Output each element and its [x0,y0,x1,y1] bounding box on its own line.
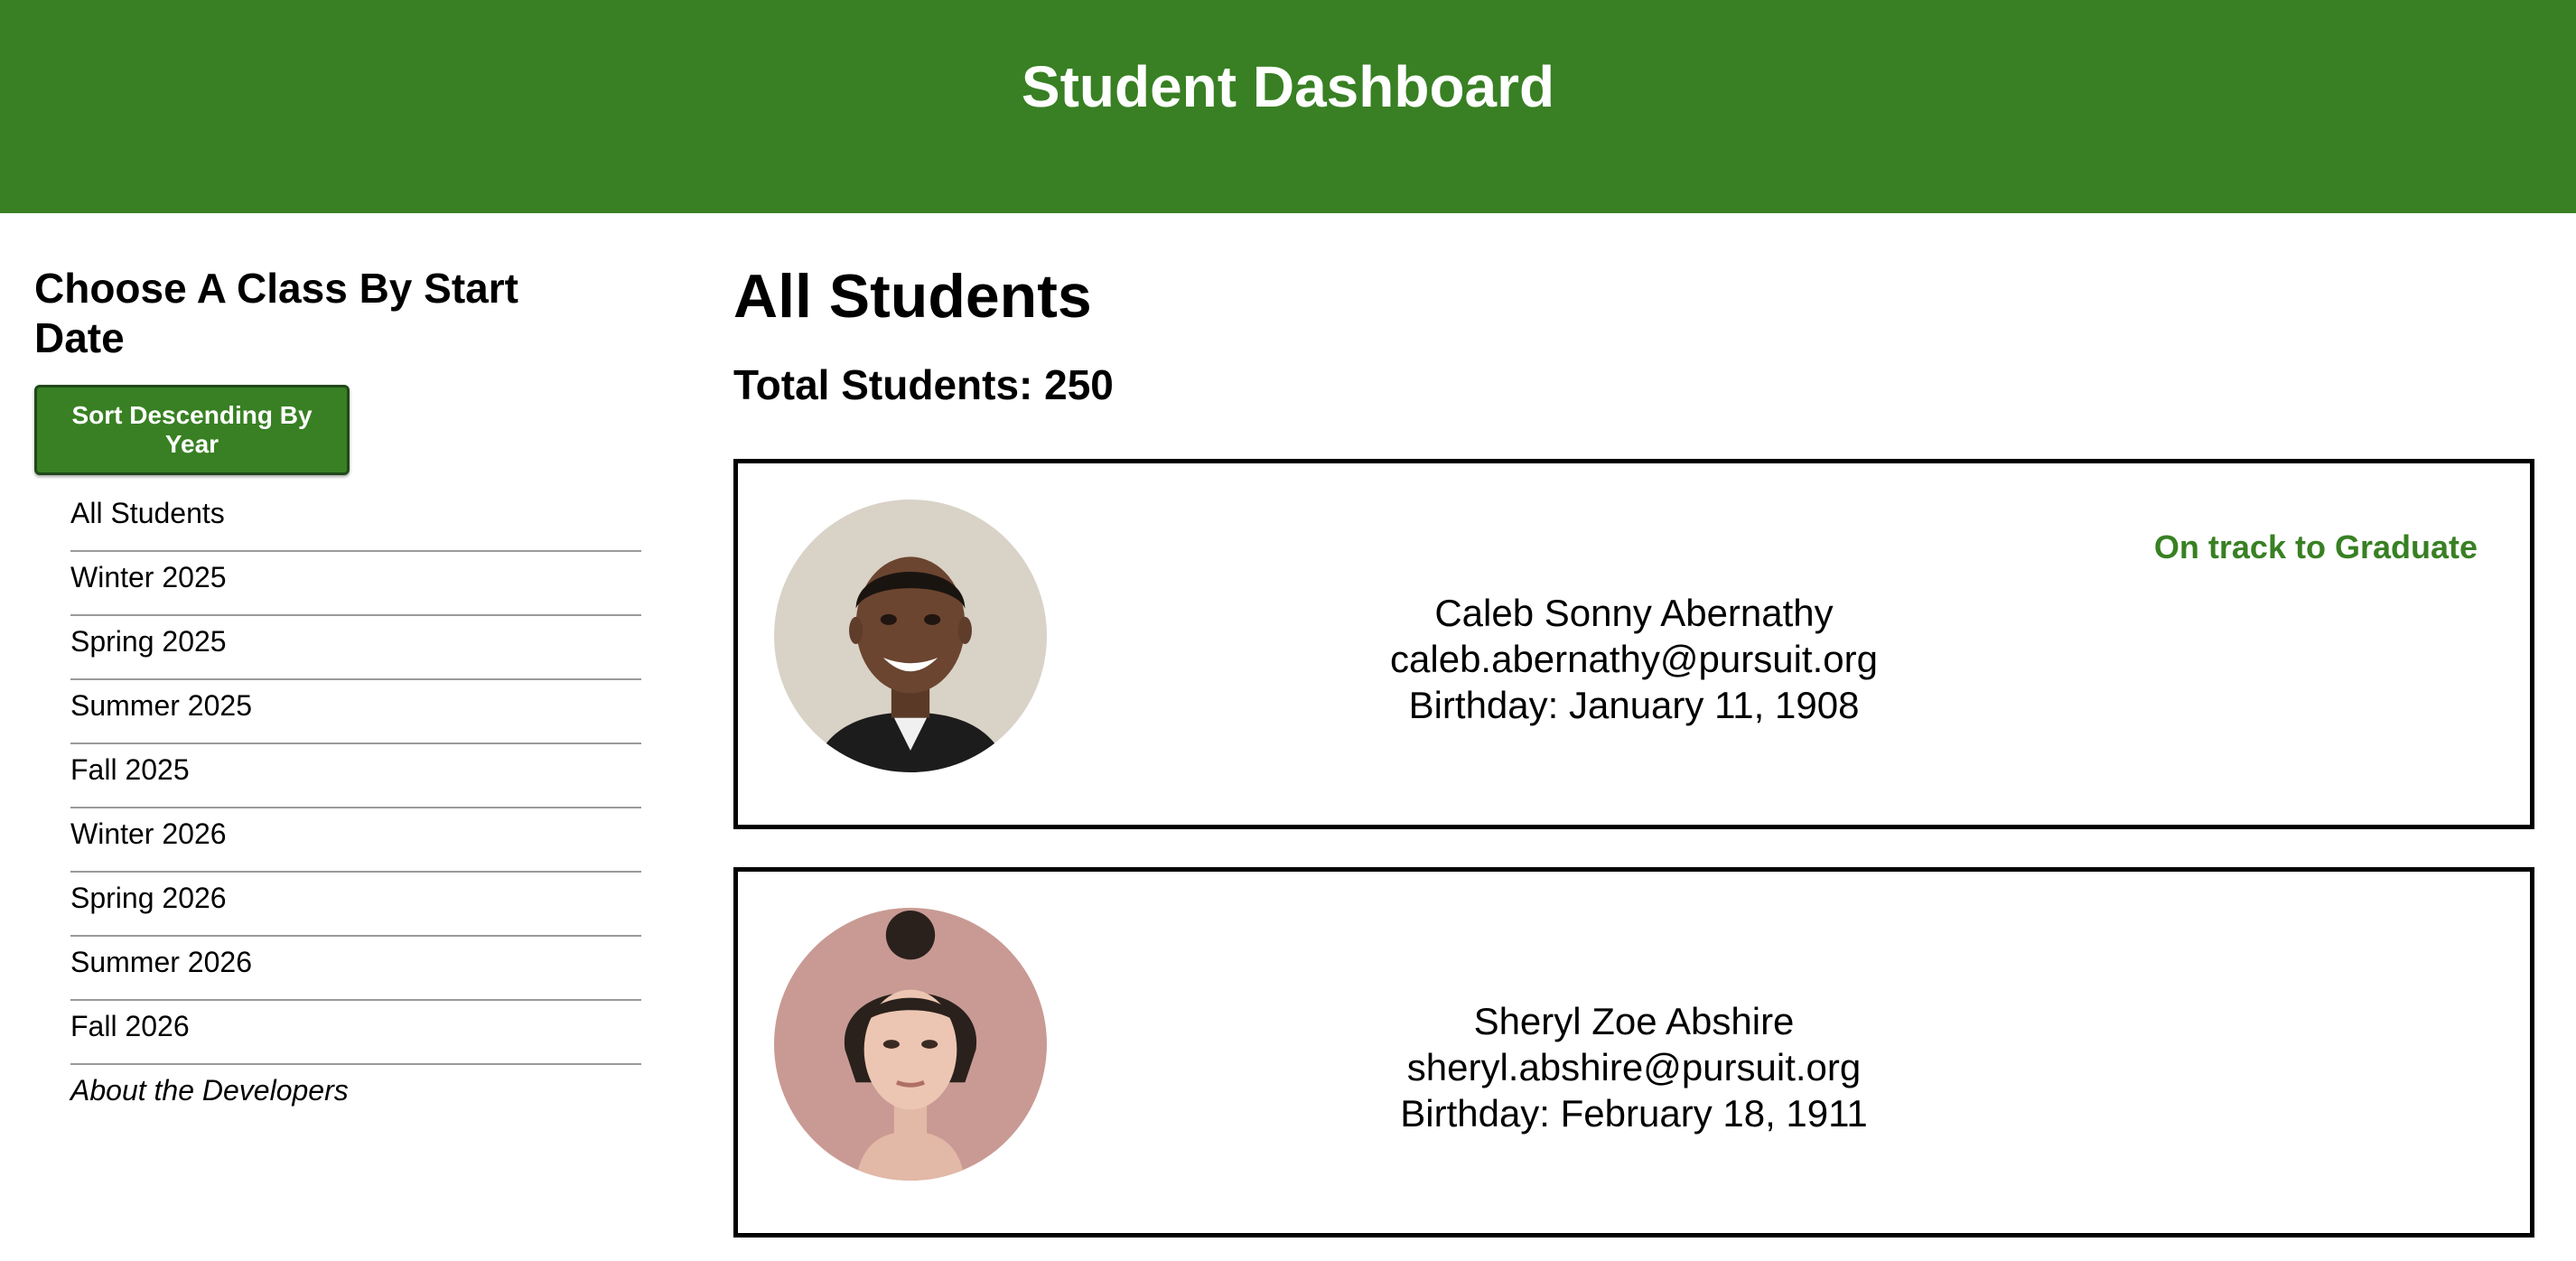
sidebar-item-fall-2025[interactable]: Fall 2025 [70,744,641,808]
sidebar-item-fall-2026[interactable]: Fall 2026 [70,1001,641,1065]
class-list: All Students Winter 2025 Spring 2025 Sum… [70,488,641,1129]
student-info: Sheryl Zoe Abshire sheryl.abshire@pursui… [738,998,2530,1136]
sidebar-item-spring-2026[interactable]: Spring 2026 [70,873,641,937]
sidebar: Choose A Class By Start Date Sort Descen… [34,264,641,1129]
section-title: All Students [733,262,1092,331]
graduation-status: On track to Graduate [2153,528,2478,565]
header-bar: Student Dashboard [0,0,2576,213]
student-card[interactable]: Sheryl Zoe Abshire sheryl.abshire@pursui… [733,867,2534,1238]
sort-descending-button[interactable]: Sort Descending By Year [34,385,350,475]
student-birthday: Birthday: February 18, 1911 [1400,1092,1868,1135]
sidebar-item-winter-2025[interactable]: Winter 2025 [70,552,641,616]
student-card[interactable]: On track to Graduate Caleb Sonny Abernat… [733,459,2534,829]
sidebar-item-winter-2026[interactable]: Winter 2026 [70,808,641,873]
student-info: Caleb Sonny Abernathy caleb.abernathy@pu… [738,590,2530,728]
sidebar-item-summer-2025[interactable]: Summer 2025 [70,680,641,744]
page-title: Student Dashboard [1021,54,1555,119]
about-developers-link[interactable]: About the Developers [70,1065,641,1129]
student-email: sheryl.abshire@pursuit.org [1406,1046,1862,1088]
student-name: Sheryl Zoe Abshire [1473,1000,1795,1042]
total-students: Total Students: 250 [733,361,1114,408]
sidebar-item-all-students[interactable]: All Students [70,488,641,552]
main-content: All Students Total Students: 250 On trac… [733,260,2540,1238]
sidebar-heading: Choose A Class By Start Date [34,265,518,361]
student-name: Caleb Sonny Abernathy [1434,592,1834,634]
sidebar-item-summer-2026[interactable]: Summer 2026 [70,937,641,1001]
student-email: caleb.abernathy@pursuit.org [1390,638,1878,680]
sidebar-item-spring-2025[interactable]: Spring 2025 [70,616,641,680]
student-birthday: Birthday: January 11, 1908 [1408,684,1860,726]
